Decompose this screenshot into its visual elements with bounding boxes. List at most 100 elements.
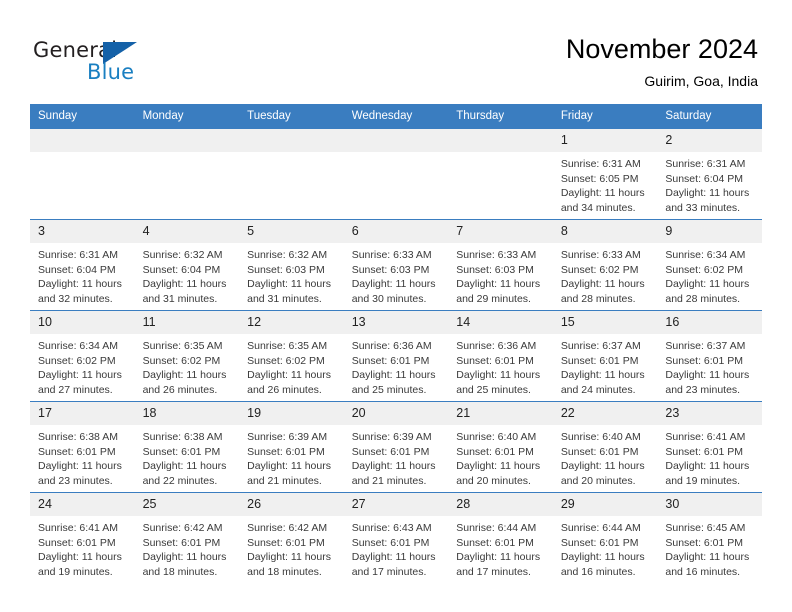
day-details: Sunrise: 6:34 AM Sunset: 6:02 PM Daylight:… — [30, 334, 135, 397]
calendar-day-cell[interactable]: 13 Sunrise: 6:36 AM Sunset: 6:01 PM Dayligh… — [343, 310, 449, 402]
day-cell-inner — [343, 129, 449, 219]
calendar-day-cell[interactable]: 28 Sunrise: 6:44 AM Sunset: 6:01 PM Dayligh… — [448, 492, 553, 583]
sunset-text: Sunset: 6:01 PM — [142, 445, 221, 458]
day-number: 11 — [134, 311, 240, 334]
calendar-day-cell[interactable]: 25 Sunrise: 6:42 AM Sunset: 6:01 PM Dayligh… — [134, 492, 240, 583]
daylight-text: Daylight: 11 hours and 19 minutes. — [38, 551, 122, 578]
sunrise-text: Sunrise: 6:37 AM — [560, 340, 641, 352]
day-number — [343, 129, 449, 152]
calendar-day-cell[interactable]: 7 Sunrise: 6:33 AM Sunset: 6:03 PM Daylight… — [448, 219, 553, 311]
day-number: 30 — [657, 493, 762, 516]
sunrise-text: Sunrise: 6:35 AM — [247, 340, 328, 352]
sunrise-text: Sunrise: 6:37 AM — [665, 340, 746, 352]
sunrise-sunset-calendar: Sunday Monday Tuesday Wednesday Thursday… — [30, 104, 762, 583]
daylight-text: Daylight: 11 hours and 23 minutes. — [38, 460, 122, 487]
sunset-text: Sunset: 6:01 PM — [351, 536, 430, 549]
calendar-day-cell[interactable]: 5 Sunrise: 6:32 AM Sunset: 6:03 PM Daylight… — [239, 219, 344, 311]
calendar-day-cell[interactable]: 29 Sunrise: 6:44 AM Sunset: 6:01 PM Dayligh… — [552, 492, 658, 583]
day-details: Sunrise: 6:33 AM Sunset: 6:03 PM Daylight:… — [448, 243, 553, 306]
calendar-day-cell-empty — [448, 129, 553, 220]
calendar-day-cell[interactable]: 23 Sunrise: 6:41 AM Sunset: 6:01 PM Dayligh… — [657, 401, 762, 493]
calendar-day-cell[interactable]: 8 Sunrise: 6:33 AM Sunset: 6:02 PM Daylight… — [552, 219, 658, 311]
calendar-day-cell[interactable]: 12 Sunrise: 6:35 AM Sunset: 6:02 PM Dayligh… — [239, 310, 344, 402]
calendar-day-cell[interactable]: 22 Sunrise: 6:40 AM Sunset: 6:01 PM Dayligh… — [552, 401, 658, 493]
calendar-day-cell[interactable]: 18 Sunrise: 6:38 AM Sunset: 6:01 PM Dayligh… — [134, 401, 240, 493]
day-cell-inner: 6 Sunrise: 6:33 AM Sunset: 6:03 PM Daylight… — [343, 220, 449, 310]
sunrise-text: Sunrise: 6:36 AM — [456, 340, 537, 352]
day-details: Sunrise: 6:31 AM Sunset: 6:04 PM Daylight:… — [30, 243, 135, 306]
weekday-header-sunday: Sunday — [30, 104, 135, 129]
sunrise-text: Sunrise: 6:33 AM — [456, 249, 537, 261]
calendar-day-cell[interactable]: 24 Sunrise: 6:41 AM Sunset: 6:01 PM Dayligh… — [30, 492, 135, 583]
sunset-text: Sunset: 6:04 PM — [665, 172, 744, 185]
calendar-day-cell-empty — [239, 129, 344, 220]
calendar-day-cell[interactable]: 15 Sunrise: 6:37 AM Sunset: 6:01 PM Dayligh… — [552, 310, 658, 402]
calendar-day-cell[interactable]: 3 Sunrise: 6:31 AM Sunset: 6:04 PM Daylight… — [30, 219, 135, 311]
general-blue-logo[interactable]: General Blue — [33, 38, 163, 84]
sunset-text: Sunset: 6:03 PM — [247, 263, 325, 276]
day-cell-inner: 9 Sunrise: 6:34 AM Sunset: 6:02 PM Daylight… — [657, 220, 762, 310]
day-number: 12 — [239, 311, 344, 334]
sunset-text: Sunset: 6:02 PM — [665, 263, 744, 276]
daylight-text: Daylight: 11 hours and 20 minutes. — [560, 460, 645, 487]
sunrise-text: Sunrise: 6:44 AM — [560, 522, 641, 534]
calendar-day-cell[interactable]: 20 Sunrise: 6:39 AM Sunset: 6:01 PM Dayligh… — [343, 401, 449, 493]
day-cell-inner: 19 Sunrise: 6:39 AM Sunset: 6:01 PM Dayligh… — [239, 402, 344, 492]
sunrise-text: Sunrise: 6:39 AM — [351, 431, 432, 443]
day-number: 16 — [657, 311, 762, 334]
calendar-day-cell[interactable]: 17 Sunrise: 6:38 AM Sunset: 6:01 PM Dayligh… — [30, 401, 135, 493]
calendar-day-cell[interactable]: 19 Sunrise: 6:39 AM Sunset: 6:01 PM Dayligh… — [239, 401, 344, 493]
calendar-day-cell[interactable]: 26 Sunrise: 6:42 AM Sunset: 6:01 PM Dayligh… — [239, 492, 344, 583]
title-block: November 2024 Guirim, Goa, India — [566, 32, 758, 91]
sunrise-text: Sunrise: 6:31 AM — [38, 249, 118, 261]
day-number: 5 — [239, 220, 344, 243]
sunset-text: Sunset: 6:01 PM — [38, 536, 116, 549]
day-cell-inner: 15 Sunrise: 6:37 AM Sunset: 6:01 PM Dayligh… — [552, 311, 658, 401]
calendar-day-cell[interactable]: 30 Sunrise: 6:45 AM Sunset: 6:01 PM Dayligh… — [657, 492, 762, 583]
day-details: Sunrise: 6:31 AM Sunset: 6:05 PM Daylight:… — [553, 152, 658, 215]
sunset-text: Sunset: 6:04 PM — [38, 263, 116, 276]
sunrise-text: Sunrise: 6:44 AM — [456, 522, 537, 534]
weekday-header-saturday: Saturday — [657, 104, 762, 129]
day-details: Sunrise: 6:31 AM Sunset: 6:04 PM Daylight:… — [657, 152, 762, 215]
calendar-week-row: 1 Sunrise: 6:31 AM Sunset: 6:05 PM Daylight… — [30, 129, 762, 220]
day-details: Sunrise: 6:38 AM Sunset: 6:01 PM Daylight:… — [135, 425, 240, 488]
sunset-text: Sunset: 6:01 PM — [560, 354, 639, 367]
day-number: 3 — [30, 220, 135, 243]
day-details: Sunrise: 6:45 AM Sunset: 6:01 PM Daylight:… — [657, 516, 762, 579]
day-cell-inner: 16 Sunrise: 6:37 AM Sunset: 6:01 PM Dayligh… — [657, 311, 762, 401]
calendar-day-cell[interactable]: 6 Sunrise: 6:33 AM Sunset: 6:03 PM Daylight… — [343, 219, 449, 311]
calendar-day-cell[interactable]: 27 Sunrise: 6:43 AM Sunset: 6:01 PM Dayligh… — [343, 492, 449, 583]
day-details: Sunrise: 6:44 AM Sunset: 6:01 PM Daylight:… — [553, 516, 658, 579]
sunset-text: Sunset: 6:05 PM — [560, 172, 639, 185]
day-cell-inner: 2 Sunrise: 6:31 AM Sunset: 6:04 PM Daylight… — [657, 129, 762, 219]
day-number: 1 — [552, 129, 658, 152]
day-cell-inner: 29 Sunrise: 6:44 AM Sunset: 6:01 PM Dayligh… — [552, 493, 658, 583]
calendar-day-cell[interactable]: 2 Sunrise: 6:31 AM Sunset: 6:04 PM Daylight… — [657, 129, 762, 220]
day-number: 14 — [448, 311, 553, 334]
calendar-day-cell[interactable]: 11 Sunrise: 6:35 AM Sunset: 6:02 PM Dayligh… — [134, 310, 240, 402]
calendar-day-cell[interactable]: 16 Sunrise: 6:37 AM Sunset: 6:01 PM Dayligh… — [657, 310, 762, 402]
day-details: Sunrise: 6:43 AM Sunset: 6:01 PM Daylight:… — [344, 516, 449, 579]
sunset-text: Sunset: 6:01 PM — [456, 536, 534, 549]
day-cell-inner: 27 Sunrise: 6:43 AM Sunset: 6:01 PM Dayligh… — [343, 493, 449, 583]
weekday-header-wednesday: Wednesday — [343, 104, 449, 129]
calendar-day-cell[interactable]: 21 Sunrise: 6:40 AM Sunset: 6:01 PM Dayligh… — [448, 401, 553, 493]
page-header: General Blue November 2024 Guirim, Goa, … — [0, 0, 792, 104]
sunrise-text: Sunrise: 6:38 AM — [38, 431, 118, 443]
day-details: Sunrise: 6:35 AM Sunset: 6:02 PM Daylight:… — [239, 334, 344, 397]
calendar-day-cell[interactable]: 14 Sunrise: 6:36 AM Sunset: 6:01 PM Dayligh… — [448, 310, 553, 402]
day-cell-inner: 5 Sunrise: 6:32 AM Sunset: 6:03 PM Daylight… — [239, 220, 344, 310]
day-details: Sunrise: 6:35 AM Sunset: 6:02 PM Daylight:… — [135, 334, 240, 397]
day-number: 13 — [343, 311, 449, 334]
calendar-day-cell[interactable]: 4 Sunrise: 6:32 AM Sunset: 6:04 PM Daylight… — [134, 219, 240, 311]
logo-text-blue: Blue — [87, 60, 135, 84]
day-details: Sunrise: 6:44 AM Sunset: 6:01 PM Daylight:… — [448, 516, 553, 579]
weekday-header-friday: Friday — [552, 104, 658, 129]
calendar-day-cell[interactable]: 9 Sunrise: 6:34 AM Sunset: 6:02 PM Daylight… — [657, 219, 762, 311]
calendar-day-cell[interactable]: 1 Sunrise: 6:31 AM Sunset: 6:05 PM Daylight… — [552, 129, 658, 220]
calendar-day-cell[interactable]: 10 Sunrise: 6:34 AM Sunset: 6:02 PM Dayligh… — [30, 310, 135, 402]
daylight-text: Daylight: 11 hours and 33 minutes. — [665, 187, 750, 214]
day-number — [239, 129, 344, 152]
sunrise-text: Sunrise: 6:33 AM — [351, 249, 432, 261]
